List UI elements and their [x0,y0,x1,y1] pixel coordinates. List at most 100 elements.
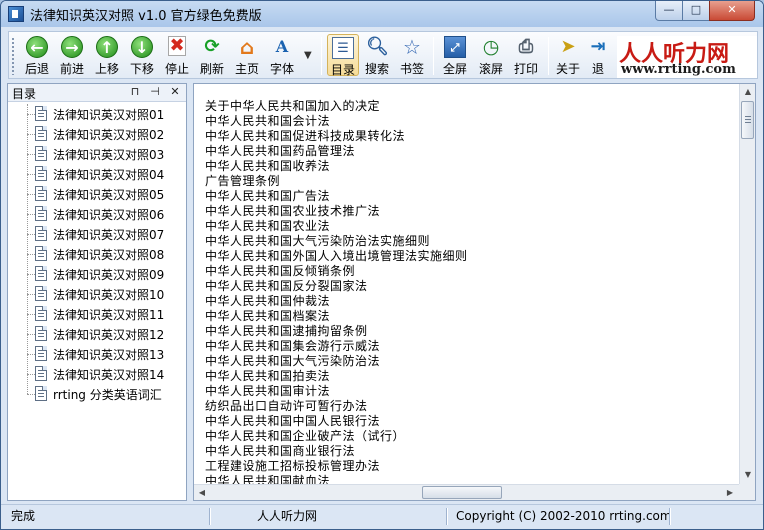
stop-icon: ✖ [168,35,186,56]
logo-url-text: www.rrting.com [621,62,736,77]
tree-item[interactable]: 法律知识英汉对照12 [8,324,186,344]
exit-icon: ⇥ [590,36,606,57]
move-down-label: 下移 [129,62,154,76]
stop-button[interactable]: ✖ 停止 [162,34,192,76]
directory-button[interactable]: ☰ 目录 [327,34,359,77]
pane-pin-icon[interactable]: ⊓ [128,85,142,99]
tree-item-label: 法律知识英汉对照02 [53,128,165,142]
print-button[interactable]: ⎙ 打印 [510,34,542,76]
vertical-scrollbar[interactable]: ▲ ▼ [739,84,755,484]
tree-item-label: 法律知识英汉对照08 [53,248,165,262]
document-icon [35,266,47,281]
forward-button[interactable]: → 前进 [56,34,88,76]
document-icon [35,326,47,341]
font-button[interactable]: A 字体 [266,34,298,76]
document-icon [35,366,47,381]
exit-button[interactable]: ⇥ 退 [587,34,609,76]
scroll-right-icon[interactable]: ▶ [722,485,738,501]
tree-connector [27,174,35,175]
scrollbar-corner [739,484,755,500]
status-separator [446,508,448,525]
scroll-left-icon[interactable]: ◀ [194,485,210,501]
font-dropdown-icon[interactable]: ▼ [304,50,312,61]
document-icon [35,166,47,181]
refresh-label: 刷新 [199,62,224,76]
directory-pane-header: 目录 ⊓ ⊣ ✕ [8,84,186,102]
bookmark-button[interactable]: ☆ 书签 [396,34,428,76]
document-icon [35,106,47,121]
tree-item[interactable]: 法律知识英汉对照07 [8,224,186,244]
tree-item[interactable]: 法律知识英汉对照11 [8,304,186,324]
move-up-label: 上移 [94,62,119,76]
back-arrow-icon: ← [26,36,48,58]
document-icon [35,386,47,401]
move-up-button[interactable]: ↑ 上移 [92,34,122,76]
close-button[interactable]: ✕ [709,1,755,21]
pane-close-icon[interactable]: ✕ [168,85,182,99]
forward-arrow-icon: → [61,36,83,58]
toolbar-separator [433,37,434,75]
search-button[interactable]: 🔍︎ 搜索 [361,34,393,76]
app-icon [8,6,24,22]
about-button[interactable]: ➤ 关于 [553,34,583,76]
home-label: 主页 [234,62,259,76]
up-arrow-icon: ↑ [96,36,118,58]
horizontal-scrollbar[interactable]: ◀ ▶ [194,484,739,500]
tree-item[interactable]: 法律知识英汉对照03 [8,144,186,164]
tree-item-label: 法律知识英汉对照11 [53,308,165,322]
fullscreen-label: 全屏 [442,62,467,76]
tree-connector [27,394,35,395]
tree-item[interactable]: 法律知识英汉对照05 [8,184,186,204]
vertical-scroll-thumb[interactable] [741,101,754,139]
tree-item[interactable]: 法律知识英汉对照10 [8,284,186,304]
fullscreen-button[interactable]: ⤢ 全屏 [439,34,471,76]
maximize-button[interactable]: □ [682,1,710,21]
tree-connector [27,194,35,195]
tree-item[interactable]: rrting 分类英语词汇 [8,384,186,404]
tree-item[interactable]: 法律知识英汉对照08 [8,244,186,264]
content-pane: 关于中华人民共和国加入的决定 中华人民共和国会计法 中华人民共和国促进科技成果转… [193,83,756,501]
scroll-up-icon[interactable]: ▲ [740,84,756,100]
refresh-button[interactable]: ⟳ 刷新 [197,34,227,76]
status-bar: 完成 人人听力网 Copyright (C) 2002-2010 rrting.… [1,504,763,529]
tree-item[interactable]: 法律知识英汉对照06 [8,204,186,224]
directory-pane-title: 目录 [12,87,37,101]
scroll-down-icon[interactable]: ▼ [740,467,756,483]
document-icon [35,126,47,141]
document-icon [35,306,47,321]
directory-pane: 目录 ⊓ ⊣ ✕ 法律知识英汉对照01 法律知识英汉对照02 法律知识英汉对照0… [7,83,187,501]
horizontal-scroll-thumb[interactable] [422,486,502,499]
font-icon: A [275,37,289,56]
tree-item-label: 法律知识英汉对照06 [53,208,165,222]
pane-autohide-icon[interactable]: ⊣ [148,85,162,99]
back-button[interactable]: ← 后退 [21,34,53,76]
tree-connector [27,214,35,215]
tree-item-label: 法律知识英汉对照01 [53,108,165,122]
document-icon [35,286,47,301]
home-button[interactable]: ⌂ 主页 [231,34,263,76]
status-text: 完成 [11,509,36,523]
document-icon [35,226,47,241]
tree-connector [27,294,35,295]
move-down-button[interactable]: ↓ 下移 [127,34,157,76]
search-label: 搜索 [364,62,389,76]
auto-scroll-button[interactable]: ◷ 滚屏 [475,34,507,76]
tree-item[interactable]: 法律知识英汉对照02 [8,124,186,144]
document-icon [35,186,47,201]
tree-item[interactable]: 法律知识英汉对照09 [8,264,186,284]
site-logo: 人人听力网 www.rrting.com [617,36,757,78]
document-icon [35,206,47,221]
tree-item[interactable]: 法律知识英汉对照14 [8,364,186,384]
search-icon: 🔍︎ [366,36,389,57]
tree-connector [27,374,35,375]
back-label: 后退 [24,62,49,76]
tree-item[interactable]: 法律知识英汉对照13 [8,344,186,364]
minimize-button[interactable]: — [655,1,683,21]
auto-scroll-label: 滚屏 [478,62,503,76]
tree-item[interactable]: 法律知识英汉对照01 [8,104,186,124]
tree-connector [27,134,35,135]
tree-item[interactable]: 法律知识英汉对照04 [8,164,186,184]
toolbar-grip[interactable] [11,37,15,75]
forward-label: 前进 [59,62,84,76]
law-link[interactable]: 中华人民共和国献血法 [205,472,330,484]
